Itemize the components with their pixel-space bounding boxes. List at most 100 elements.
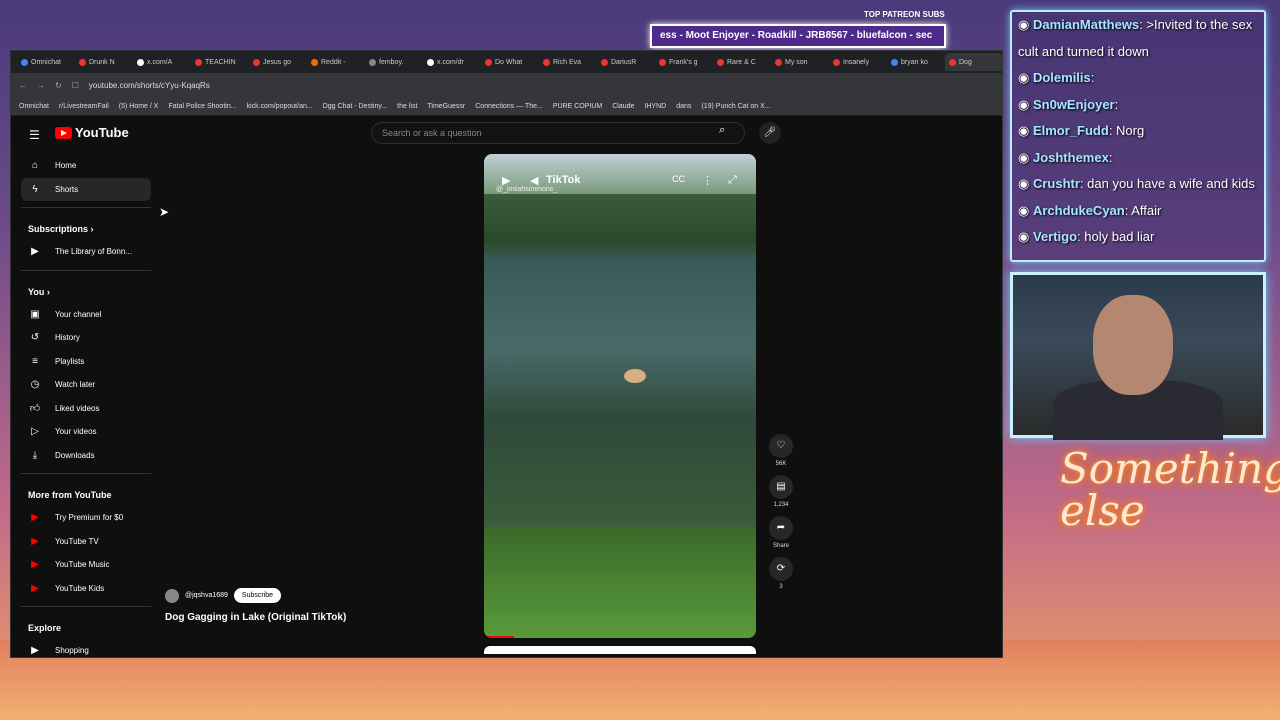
share-icon[interactable]: ➦	[769, 516, 793, 540]
sidebar-item-label: Watch later	[55, 380, 96, 390]
bookmark-item[interactable]: PURE COPIUM	[553, 103, 602, 110]
browser-tab[interactable]: Reddit -	[307, 53, 365, 71]
favicon-icon	[311, 58, 318, 66]
avatar[interactable]	[165, 588, 179, 603]
browser-tab[interactable]: Jesus go	[249, 53, 307, 71]
bookmark-item[interactable]: r/LivestreamFail	[59, 103, 109, 110]
search-icon[interactable]: ⌕	[719, 124, 725, 137]
bookmarks-bar: Omnichat r/LivestreamFail (5) Home / X Fata…	[11, 97, 1002, 116]
more-icon[interactable]: ⋮	[702, 174, 713, 187]
subscribe-button[interactable]: Subscribe	[233, 588, 282, 603]
browser-tab[interactable]: Rare & C	[713, 53, 771, 71]
progress-bar[interactable]	[484, 636, 514, 638]
explore-heading: Explore	[28, 623, 62, 633]
reload-icon[interactable]: ↻	[55, 81, 62, 90]
bookmark-item[interactable]: dans	[676, 103, 691, 110]
comment-icon[interactable]: ▤	[769, 475, 793, 499]
tab-label: femboy.	[379, 58, 404, 66]
divider	[21, 473, 151, 474]
menu-icon[interactable]: ☰	[29, 128, 43, 142]
browser-tab[interactable]: Rich Eva	[539, 53, 597, 71]
chat-message: ◉ ArchdukeCyan: Affair	[1018, 198, 1258, 225]
chat-badge-icon: ◉	[1018, 149, 1033, 165]
tab-label: Frank's g	[669, 58, 698, 66]
bookmark-item[interactable]: Omnichat	[19, 103, 49, 110]
url-field[interactable]: youtube.com/shorts/cYyu-KqaqRs	[89, 81, 994, 90]
sidebar-item-label: Your videos	[55, 427, 97, 437]
like-count: 56K	[775, 461, 787, 467]
subscriptions-heading[interactable]: Subscriptions ›	[21, 214, 151, 240]
bookmark-item[interactable]: IHYND	[644, 103, 666, 110]
more-heading: More from YouTube	[28, 490, 112, 500]
chat-badge-icon: ◉	[1018, 229, 1033, 244]
fullscreen-icon[interactable]: ⤢	[728, 174, 737, 187]
bookmark-item[interactable]: (5) Home / X	[119, 103, 159, 110]
browser-tab[interactable]: Do What	[481, 53, 539, 71]
browser-tab[interactable]: femboy.	[365, 53, 423, 71]
bookmark-item[interactable]: Connections — The...	[475, 103, 543, 110]
channel-name[interactable]: @jqshva1689	[185, 592, 228, 599]
browser-tab[interactable]: x.com/A	[133, 53, 191, 71]
tab-label: Drunk N	[89, 58, 115, 66]
you-heading[interactable]: You ›	[21, 277, 151, 303]
youtube-page: ☰ YouTube Search or ask a question ⌕ 🎤︎ …	[11, 116, 1002, 657]
browser-tab[interactable]: Insanely	[829, 53, 887, 71]
your-videos-icon: ▷	[31, 426, 39, 438]
cc-icon[interactable]: CC	[672, 174, 685, 184]
sidebar-item[interactable]: ▶ Shopping	[21, 639, 151, 663]
webcam	[1010, 272, 1266, 440]
browser-tab[interactable]: TEACHIN	[191, 53, 249, 71]
bookmark-item[interactable]: Dgg Chat - Destiny...	[323, 103, 387, 110]
sidebar-item[interactable]: ◷ Watch later	[21, 373, 151, 397]
tab-label: Omnichat	[31, 58, 61, 66]
shorts-icon: ϟ	[32, 183, 38, 195]
sidebar-item[interactable]: 👍︎ Liked videos	[21, 397, 151, 421]
bookmark-item[interactable]: TimeGuessr	[427, 103, 465, 110]
divider	[21, 207, 151, 208]
sidebar-item-label: History	[55, 333, 80, 343]
browser-tab[interactable]: DariusR	[597, 53, 655, 71]
sidebar-item[interactable]: ↺ History	[21, 326, 151, 350]
search-input[interactable]: Search or ask a question	[371, 122, 745, 144]
remix-icon[interactable]: ⟳	[769, 557, 793, 581]
sidebar-item[interactable]: ≡ Playlists	[21, 350, 151, 374]
address-bar: ← → ↻ ☐ youtube.com/shorts/cYyu-KqaqRs	[11, 73, 1002, 97]
sidebar-item[interactable]: ϟ Shorts	[21, 177, 151, 201]
browser-tab[interactable]: bryan ko	[887, 53, 945, 71]
bookmark-item[interactable]: the list	[397, 103, 417, 110]
back-icon[interactable]: ←	[19, 81, 27, 90]
watch-later-icon: ◷	[30, 379, 40, 391]
favicon-icon	[485, 58, 492, 66]
sidebar-item[interactable]: ▣ Your channel	[21, 303, 151, 327]
browser-tab[interactable]: Frank's g	[655, 53, 713, 71]
bookmark-item[interactable]: Claude	[612, 103, 634, 110]
browser-tab[interactable]: Dog	[945, 53, 1002, 71]
like-icon[interactable]: ♡	[769, 434, 793, 458]
short-video[interactable]: ▶ ◀ TikTok @_josiahsimmons_ CC ⋮ ⤢	[484, 154, 756, 638]
bookmark-item[interactable]: kick.com/popout/an...	[247, 103, 313, 110]
forward-icon[interactable]: →	[37, 81, 45, 90]
bookmark-icon[interactable]: ☐	[72, 81, 79, 90]
sidebar-item[interactable]: ⤓ Downloads	[21, 444, 151, 468]
chat-text: : Norg	[1108, 123, 1145, 138]
next-short-card[interactable]	[484, 646, 756, 654]
sidebar-item[interactable]: ▷ Your videos	[21, 420, 151, 444]
mic-icon[interactable]: 🎤︎	[759, 122, 781, 144]
browser-tab[interactable]: Omnichat	[17, 53, 75, 71]
browser-tab[interactable]: x.com/dr	[423, 53, 481, 71]
sidebar-item[interactable]: ⌂ Home	[21, 154, 151, 178]
youtube-logo[interactable]: YouTube	[55, 125, 129, 140]
sidebar-item[interactable]: ▶ The Library of Bonn...	[21, 240, 151, 264]
sidebar-item[interactable]: ▶ YouTube TV	[21, 530, 151, 554]
chat-badge-icon: ◉	[1018, 96, 1033, 112]
channel-row: @jqshva1689 Subscribe	[165, 588, 282, 603]
browser-tab[interactable]: My son	[771, 53, 829, 71]
sidebar-item[interactable]: ▶ Try Premium for $0	[21, 506, 151, 530]
chat-username: Elmor_Fudd	[1032, 123, 1109, 138]
browser-tab[interactable]: Drunk N	[75, 53, 133, 71]
sidebar-item[interactable]: ▶ YouTube Music	[21, 553, 151, 577]
chat-badge-icon: ◉	[1018, 70, 1033, 85]
bookmark-item[interactable]: Fatal Police Shootin...	[168, 103, 236, 110]
sidebar-item[interactable]: ▶ YouTube Kids	[21, 577, 151, 601]
bookmark-item[interactable]: (19) Punch Cat on X...	[701, 103, 770, 110]
